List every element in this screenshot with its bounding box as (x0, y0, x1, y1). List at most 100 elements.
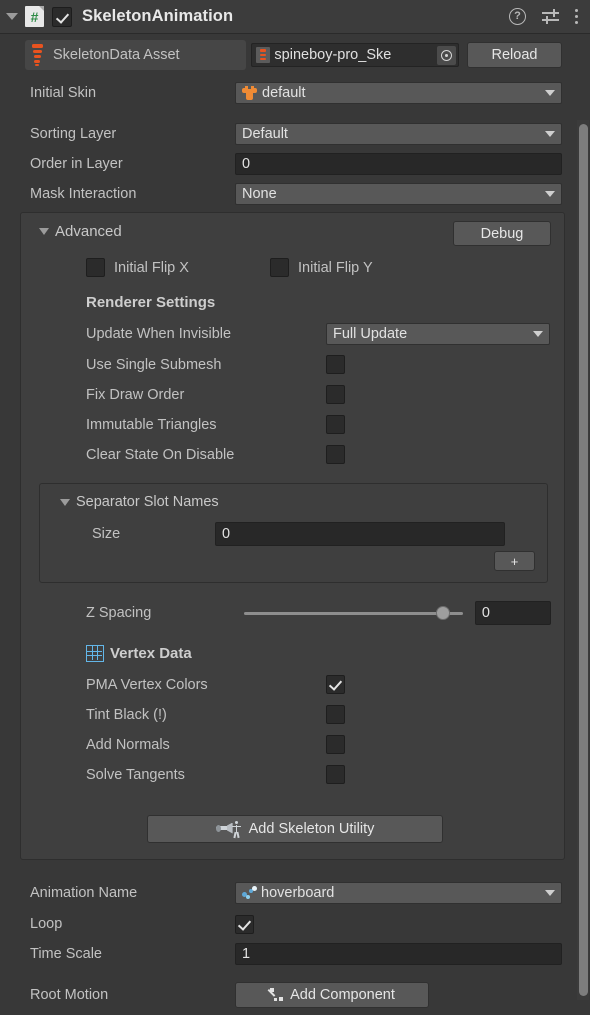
animation-name-dropdown[interactable]: hoverboard (235, 882, 562, 904)
chevron-down-icon (545, 191, 555, 197)
skeleton-data-asset-name: spineboy-pro_Ske (274, 47, 392, 63)
separator-slot-names-title: Separator Slot Names (76, 494, 219, 510)
sorting-layer-row: Sorting Layer Default (0, 119, 590, 149)
add-component-button[interactable]: Add Component (235, 982, 429, 1008)
add-normals-checkbox[interactable] (326, 735, 345, 754)
renderer-settings-heading: Renderer Settings (86, 294, 216, 311)
component-foldout-arrow[interactable] (6, 13, 18, 20)
skeleton-data-label-box: SkeletonData Asset (25, 40, 247, 70)
time-scale-label: Time Scale (30, 946, 102, 962)
z-spacing-slider-handle[interactable] (436, 606, 451, 620)
time-scale-row: Time Scale 1 (0, 939, 590, 969)
vertex-data-title: Vertex Data (110, 645, 192, 662)
reload-button[interactable]: Reload (466, 42, 562, 68)
order-in-layer-row: Order in Layer 0 (0, 149, 590, 179)
skeleton-utility-icon (215, 820, 242, 838)
advanced-foldout-arrow (39, 228, 49, 235)
vertex-grid-icon (86, 645, 104, 662)
fix-draw-order-row: Fix Draw Order (86, 385, 551, 404)
animation-icon (242, 885, 258, 901)
update-when-invisible-value: Full Update (333, 326, 408, 342)
clear-state-on-disable-checkbox[interactable] (326, 445, 345, 464)
update-when-invisible-row: Update When Invisible Full Update (86, 323, 551, 345)
vertical-scrollbar[interactable] (577, 120, 589, 1000)
pma-vertex-colors-checkbox[interactable] (326, 675, 345, 694)
fix-draw-order-checkbox[interactable] (326, 385, 345, 404)
update-when-invisible-dropdown[interactable]: Full Update (326, 323, 550, 345)
root-motion-label: Root Motion (30, 987, 109, 1003)
tint-black-checkbox[interactable] (326, 705, 345, 724)
skeleton-data-asset-row: SkeletonData Asset spineboy-pro_Ske Relo… (25, 40, 562, 70)
sorting-layer-dropdown[interactable]: Default (235, 123, 562, 145)
object-picker-icon[interactable] (436, 46, 456, 65)
solve-tangents-row: Solve Tangents (86, 765, 551, 784)
z-spacing-input[interactable]: 0 (474, 601, 551, 625)
time-scale-input[interactable]: 1 (235, 943, 562, 965)
preset-sliders-icon[interactable] (542, 8, 559, 25)
scrollbar-thumb[interactable] (579, 124, 588, 996)
csharp-script-icon: # (25, 6, 44, 27)
immutable-triangles-checkbox[interactable] (326, 415, 345, 434)
component-enabled-checkbox[interactable] (52, 6, 72, 27)
component-title: SkeletonAnimation (82, 7, 234, 25)
help-icon[interactable]: ? (509, 8, 526, 25)
time-scale-value: 1 (242, 946, 251, 962)
solve-tangents-checkbox[interactable] (326, 765, 345, 784)
pma-vertex-colors-label: PMA Vertex Colors (86, 676, 208, 693)
order-in-layer-label: Order in Layer (30, 156, 123, 172)
loop-checkbox[interactable] (235, 914, 254, 934)
animation-name-label: Animation Name (30, 885, 138, 901)
skeleton-data-asset-label: SkeletonData Asset (53, 47, 180, 63)
chevron-down-icon (533, 331, 543, 337)
sorting-layer-label: Sorting Layer (30, 126, 117, 142)
separator-size-value: 0 (222, 526, 231, 542)
use-single-submesh-label: Use Single Submesh (86, 356, 222, 373)
initial-flip-y-row: Initial Flip Y (270, 258, 373, 277)
root-motion-row: Root Motion Add Component (0, 980, 590, 1010)
separator-slot-names-foldout[interactable]: Separator Slot Names (60, 494, 219, 510)
mask-interaction-label: Mask Interaction (30, 186, 137, 202)
add-skeleton-utility-button[interactable]: Add Skeleton Utility (147, 815, 443, 843)
separator-size-input[interactable]: 0 (215, 522, 505, 546)
skeleton-data-object-field[interactable]: spineboy-pro_Ske (251, 43, 459, 67)
advanced-group: Advanced Debug Initial Flip X Initial Fl… (20, 212, 565, 860)
skeleton-data-asset-thumbnail (256, 47, 271, 63)
separator-size-row: Size 0 (92, 522, 535, 546)
initial-flip-x-row: Initial Flip X (86, 258, 189, 277)
animation-name-value: hoverboard (261, 885, 335, 901)
order-in-layer-input[interactable]: 0 (235, 153, 562, 175)
add-normals-label: Add Normals (86, 736, 170, 753)
order-in-layer-value: 0 (242, 156, 251, 172)
component-header: # SkeletonAnimation ? (0, 0, 590, 34)
loop-row: Loop (0, 909, 590, 939)
initial-skin-dropdown[interactable]: default (235, 82, 562, 104)
skin-icon (242, 85, 257, 101)
initial-skin-row: Initial Skin default (0, 78, 590, 108)
chevron-down-icon (545, 131, 555, 137)
initial-flip-y-checkbox[interactable] (270, 258, 289, 277)
advanced-title: Advanced (55, 223, 122, 240)
spine-logo-icon (32, 44, 44, 66)
initial-flip-x-checkbox[interactable] (86, 258, 105, 277)
z-spacing-slider[interactable] (243, 606, 463, 620)
use-single-submesh-checkbox[interactable] (326, 355, 345, 374)
help-glyph: ? (514, 10, 521, 22)
z-spacing-label: Z Spacing (86, 605, 152, 621)
mask-interaction-dropdown[interactable]: None (235, 183, 562, 205)
mask-interaction-value: None (242, 186, 277, 202)
object-picker-ring (440, 50, 452, 61)
z-spacing-value: 0 (481, 605, 490, 621)
separator-size-label: Size (92, 526, 121, 542)
immutable-triangles-row: Immutable Triangles (86, 415, 551, 434)
add-component-icon (267, 987, 285, 1003)
mask-interaction-row: Mask Interaction None (0, 179, 590, 209)
header-icon-group: ? (509, 8, 580, 25)
loop-label: Loop (30, 916, 63, 932)
separator-add-button[interactable]: + (494, 551, 535, 571)
fix-draw-order-label: Fix Draw Order (86, 386, 185, 403)
initial-skin-label: Initial Skin (30, 85, 97, 101)
more-options-icon[interactable] (575, 8, 580, 25)
debug-button[interactable]: Debug (453, 221, 551, 246)
advanced-foldout[interactable]: Advanced (39, 223, 122, 240)
initial-flip-y-label: Initial Flip Y (298, 259, 373, 276)
